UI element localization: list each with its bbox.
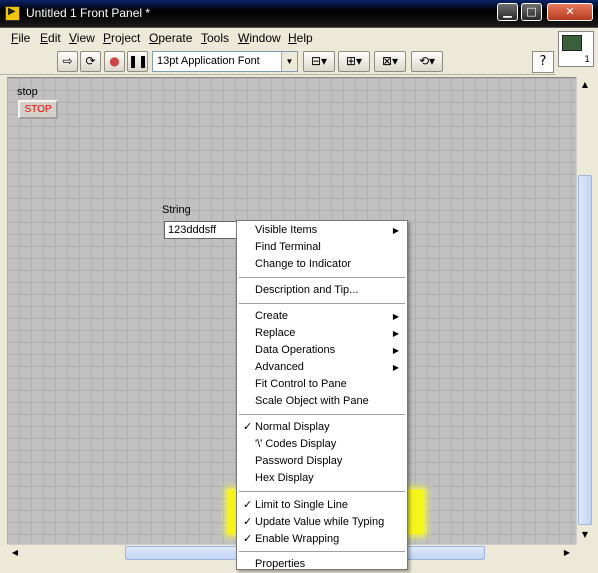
abort-icon[interactable]: ●: [104, 51, 125, 72]
checkmark-icon: ✓: [243, 533, 253, 545]
align-objects-icon[interactable]: ⊟▾: [303, 51, 335, 72]
scroll-up-icon[interactable]: ▲: [577, 77, 593, 93]
string-control[interactable]: 123dddsff: [164, 221, 238, 239]
menu-item-find-terminal[interactable]: Find Terminal: [237, 239, 407, 256]
menu-item-codes-display[interactable]: '\' Codes Display: [237, 436, 407, 453]
menu-separator: [239, 414, 405, 415]
connector-pane-number: 1: [584, 55, 590, 65]
vertical-scroll-thumb[interactable]: [578, 175, 592, 525]
checkmark-icon: ✓: [243, 421, 253, 433]
menu-item-change-to-indicator[interactable]: Change to Indicator: [237, 256, 407, 273]
font-select-value: 13pt Application Font: [157, 55, 260, 67]
menu-bar: File Edit View Project Operate Tools Win…: [0, 28, 556, 48]
menu-separator: [239, 277, 405, 278]
menu-item-normal-display[interactable]: ✓ Normal Display: [237, 419, 407, 436]
run-arrow-icon[interactable]: ⇨: [57, 51, 78, 72]
minimize-button[interactable]: ▁: [497, 3, 518, 21]
submenu-arrow-icon: ▶: [392, 226, 399, 235]
string-label: String: [162, 204, 191, 216]
menu-project[interactable]: Project: [103, 31, 140, 45]
menu-item-hex-display[interactable]: Hex Display: [237, 470, 407, 487]
menu-separator: [239, 303, 405, 304]
run-continuously-icon[interactable]: ⟳: [80, 51, 101, 72]
title-bar: Untitled 1 Front Panel * ▁ □ ✕: [0, 0, 598, 28]
menu-item-description-and-tip[interactable]: Description and Tip...: [237, 282, 407, 299]
menu-item-scale-object-with-pane[interactable]: Scale Object with Pane: [237, 393, 407, 410]
menu-file[interactable]: File: [11, 31, 30, 45]
checkmark-icon: ✓: [243, 516, 253, 528]
menu-view[interactable]: View: [69, 31, 95, 45]
font-select[interactable]: 13pt Application Font ▼: [152, 51, 298, 72]
menu-item-fit-control-to-pane[interactable]: Fit Control to Pane: [237, 376, 407, 393]
menu-item-enable-wrapping[interactable]: ✓ Enable Wrapping: [237, 531, 407, 548]
stop-button[interactable]: STOP: [18, 100, 58, 119]
submenu-arrow-icon: ▶: [392, 346, 399, 355]
toolbar: ⇨ ⟳ ● ❚❚ 13pt Application Font ▼ ⊟▾ ⊞▾ ⊠…: [0, 49, 556, 75]
vi-icon[interactable]: 1: [558, 31, 594, 67]
window-title: Untitled 1 Front Panel *: [26, 6, 151, 20]
menu-help[interactable]: Help: [288, 31, 313, 45]
menu-item-visible-items[interactable]: Visible Items ▶: [237, 222, 407, 239]
menu-separator: [239, 551, 405, 552]
checkmark-icon: ✓: [243, 499, 253, 511]
scroll-right-icon[interactable]: ▶: [559, 545, 575, 561]
menu-item-replace[interactable]: Replace ▶: [237, 325, 407, 342]
scroll-left-icon[interactable]: ◀: [7, 545, 23, 561]
menu-separator: [239, 491, 405, 492]
submenu-arrow-icon: ▶: [392, 329, 399, 338]
vi-icon-graphic: [562, 35, 582, 51]
pause-icon[interactable]: ❚❚: [127, 51, 148, 72]
submenu-arrow-icon: ▶: [392, 363, 399, 372]
distribute-objects-icon[interactable]: ⊞▾: [338, 51, 370, 72]
chevron-down-icon: ▼: [281, 52, 297, 71]
submenu-arrow-icon: ▶: [392, 312, 399, 321]
labview-app-icon: [5, 6, 20, 21]
reorder-icon[interactable]: ⟲▾: [411, 51, 443, 72]
vertical-scrollbar[interactable]: ▲ ▼: [576, 77, 593, 544]
menu-item-data-operations[interactable]: Data Operations ▶: [237, 342, 407, 359]
menu-operate[interactable]: Operate: [149, 31, 192, 45]
menu-item-advanced[interactable]: Advanced ▶: [237, 359, 407, 376]
scroll-down-icon[interactable]: ▼: [577, 527, 593, 543]
menu-edit[interactable]: Edit: [40, 31, 61, 45]
context-help-button[interactable]: ?: [532, 51, 554, 73]
context-menu: Visible Items ▶ Find Terminal Change to I…: [236, 220, 408, 570]
menu-item-properties[interactable]: Properties: [237, 556, 407, 573]
maximize-button[interactable]: □: [521, 3, 542, 21]
close-button[interactable]: ✕: [547, 3, 593, 21]
menu-item-limit-to-single-line[interactable]: ✓ Limit to Single Line: [237, 497, 407, 514]
menu-item-create[interactable]: Create ▶: [237, 308, 407, 325]
stop-label: stop: [17, 86, 38, 98]
menu-tools[interactable]: Tools: [201, 31, 229, 45]
resize-objects-icon[interactable]: ⊠▾: [374, 51, 406, 72]
menu-window[interactable]: Window: [238, 31, 281, 45]
menu-item-password-display[interactable]: Password Display: [237, 453, 407, 470]
menu-item-update-value-while-typing[interactable]: ✓ Update Value while Typing: [237, 514, 407, 531]
